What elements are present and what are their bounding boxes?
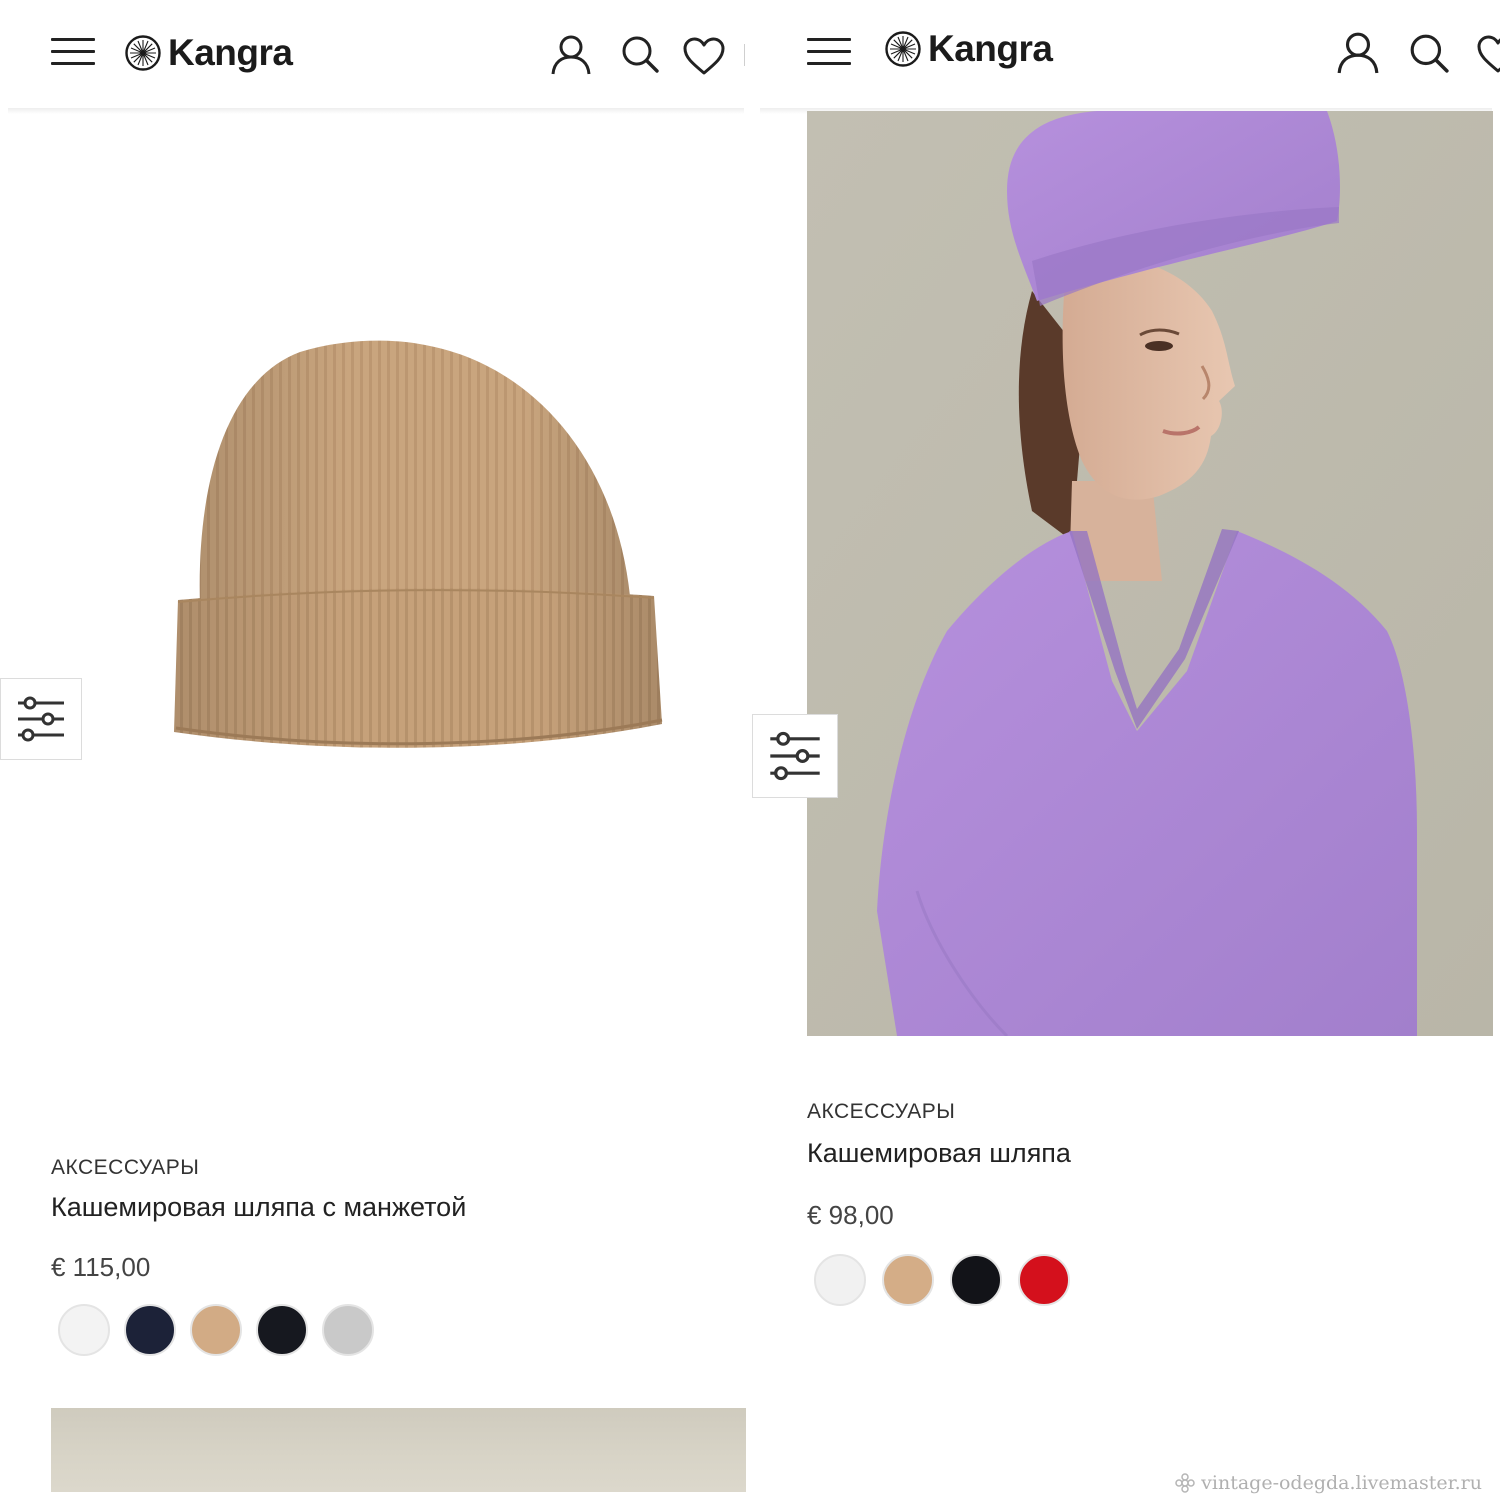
color-swatch[interactable] <box>256 1304 308 1356</box>
brand-logo[interactable]: Kangra <box>124 28 293 78</box>
logo-sun-icon <box>885 31 921 67</box>
product-price: € 115,00 <box>51 1252 151 1282</box>
hamburger-icon[interactable] <box>51 34 95 68</box>
color-swatch[interactable] <box>190 1304 242 1356</box>
heart-icon[interactable] <box>682 36 726 76</box>
product-name[interactable]: Кашемировая шляпа <box>807 1138 1071 1169</box>
product-category: АКСЕССУАРЫ <box>807 1100 956 1123</box>
user-icon[interactable] <box>1336 30 1380 74</box>
product-category: АКСЕССУАРЫ <box>51 1156 200 1179</box>
left-screen: Kangra АКСЕССУАРЫ Кашемировая шляпа с ма… <box>0 0 752 1500</box>
filter-sliders-icon <box>18 696 64 742</box>
logo-sun-icon <box>125 35 161 71</box>
user-icon[interactable] <box>550 33 592 75</box>
beanie-hat-image[interactable] <box>0 116 752 1116</box>
brand-logo[interactable]: Kangra <box>884 24 1053 74</box>
top-header: Kangra <box>0 0 752 108</box>
product-price: € 98,00 <box>807 1200 894 1230</box>
search-icon[interactable] <box>620 34 660 74</box>
flower-icon <box>1175 1473 1195 1493</box>
color-swatch[interactable] <box>58 1304 110 1356</box>
watermark: vintage-odegda.livemaster.ru <box>1175 1472 1482 1494</box>
filter-button[interactable] <box>0 678 82 760</box>
color-swatch[interactable] <box>814 1254 866 1306</box>
color-swatches <box>814 1254 1070 1306</box>
color-swatch[interactable] <box>124 1304 176 1356</box>
top-header: Kangra <box>752 0 1500 108</box>
hamburger-icon[interactable] <box>807 34 851 68</box>
logo-text: Kangra <box>168 32 293 73</box>
next-product-image[interactable] <box>51 1408 746 1492</box>
color-swatches <box>58 1304 374 1356</box>
model-lilac-hat-photo[interactable] <box>807 111 1493 1036</box>
product-name[interactable]: Кашемировая шляпа с манжетой <box>51 1192 466 1223</box>
header-divider <box>744 44 745 66</box>
filter-button[interactable] <box>752 714 838 798</box>
color-swatch[interactable] <box>322 1304 374 1356</box>
search-icon[interactable] <box>1408 32 1450 74</box>
color-swatch[interactable] <box>950 1254 1002 1306</box>
heart-icon[interactable] <box>1476 34 1500 74</box>
logo-text: Kangra <box>928 28 1053 69</box>
color-swatch[interactable] <box>1018 1254 1070 1306</box>
filter-sliders-icon <box>770 731 820 781</box>
right-screen: Kangra АКСЕССУАРЫ Кашемировая шляпа € 98… <box>752 0 1500 1500</box>
header-shadow <box>8 108 744 114</box>
watermark-text: vintage-odegda.livemaster.ru <box>1201 1472 1482 1494</box>
color-swatch[interactable] <box>882 1254 934 1306</box>
